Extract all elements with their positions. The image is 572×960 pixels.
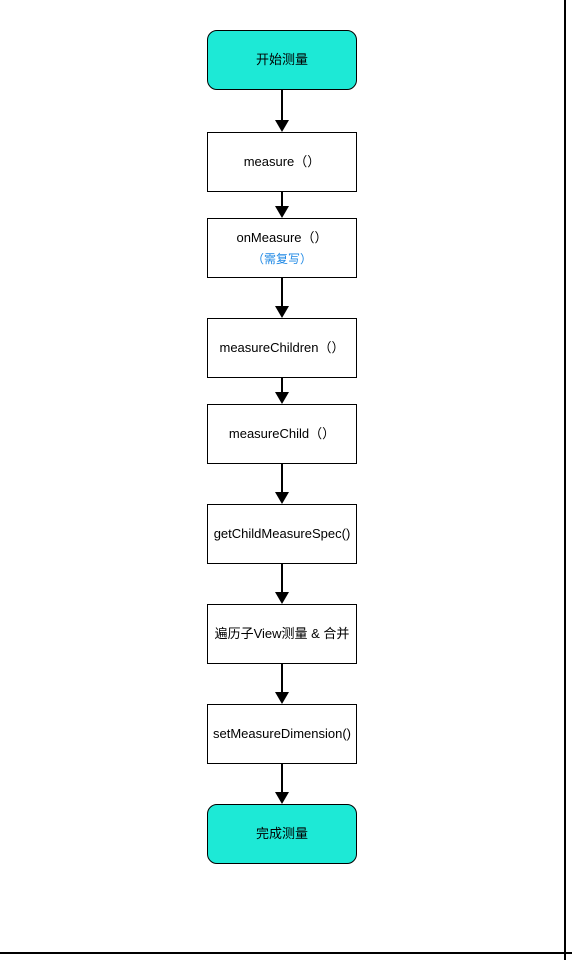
arrow: [275, 564, 289, 604]
node-label: measure（）: [244, 152, 321, 172]
node-start: 开始测量: [207, 30, 357, 90]
node-label: 遍历子View测量 & 合并: [215, 624, 350, 644]
node-sublabel: （需复写）: [252, 250, 312, 268]
flowchart: 开始测量 measure（） onMeasure（） （需复写） measure…: [0, 30, 564, 864]
page-divider-right: [564, 0, 566, 960]
arrow: [275, 764, 289, 804]
arrow: [275, 464, 289, 504]
arrow: [275, 664, 289, 704]
arrow: [275, 378, 289, 404]
node-setmeasuredimension: setMeasureDimension(): [207, 704, 357, 764]
node-label: onMeasure（）: [236, 228, 327, 248]
node-getchildmeasurespec: getChildMeasureSpec(): [207, 504, 357, 564]
node-traverse: 遍历子View测量 & 合并: [207, 604, 357, 664]
node-label: 完成测量: [256, 824, 308, 844]
node-measure: measure（）: [207, 132, 357, 192]
page-divider-bottom: [0, 952, 572, 954]
node-label: measureChildren（）: [220, 338, 345, 358]
node-measurechild: measureChild（）: [207, 404, 357, 464]
node-label: setMeasureDimension(): [213, 724, 351, 744]
node-onmeasure: onMeasure（） （需复写）: [207, 218, 357, 278]
node-end: 完成测量: [207, 804, 357, 864]
node-label: measureChild（）: [229, 424, 335, 444]
node-label: getChildMeasureSpec(): [214, 524, 351, 544]
node-measurechildren: measureChildren（）: [207, 318, 357, 378]
arrow: [275, 192, 289, 218]
arrow: [275, 278, 289, 318]
node-label: 开始测量: [256, 50, 308, 70]
arrow: [275, 90, 289, 132]
